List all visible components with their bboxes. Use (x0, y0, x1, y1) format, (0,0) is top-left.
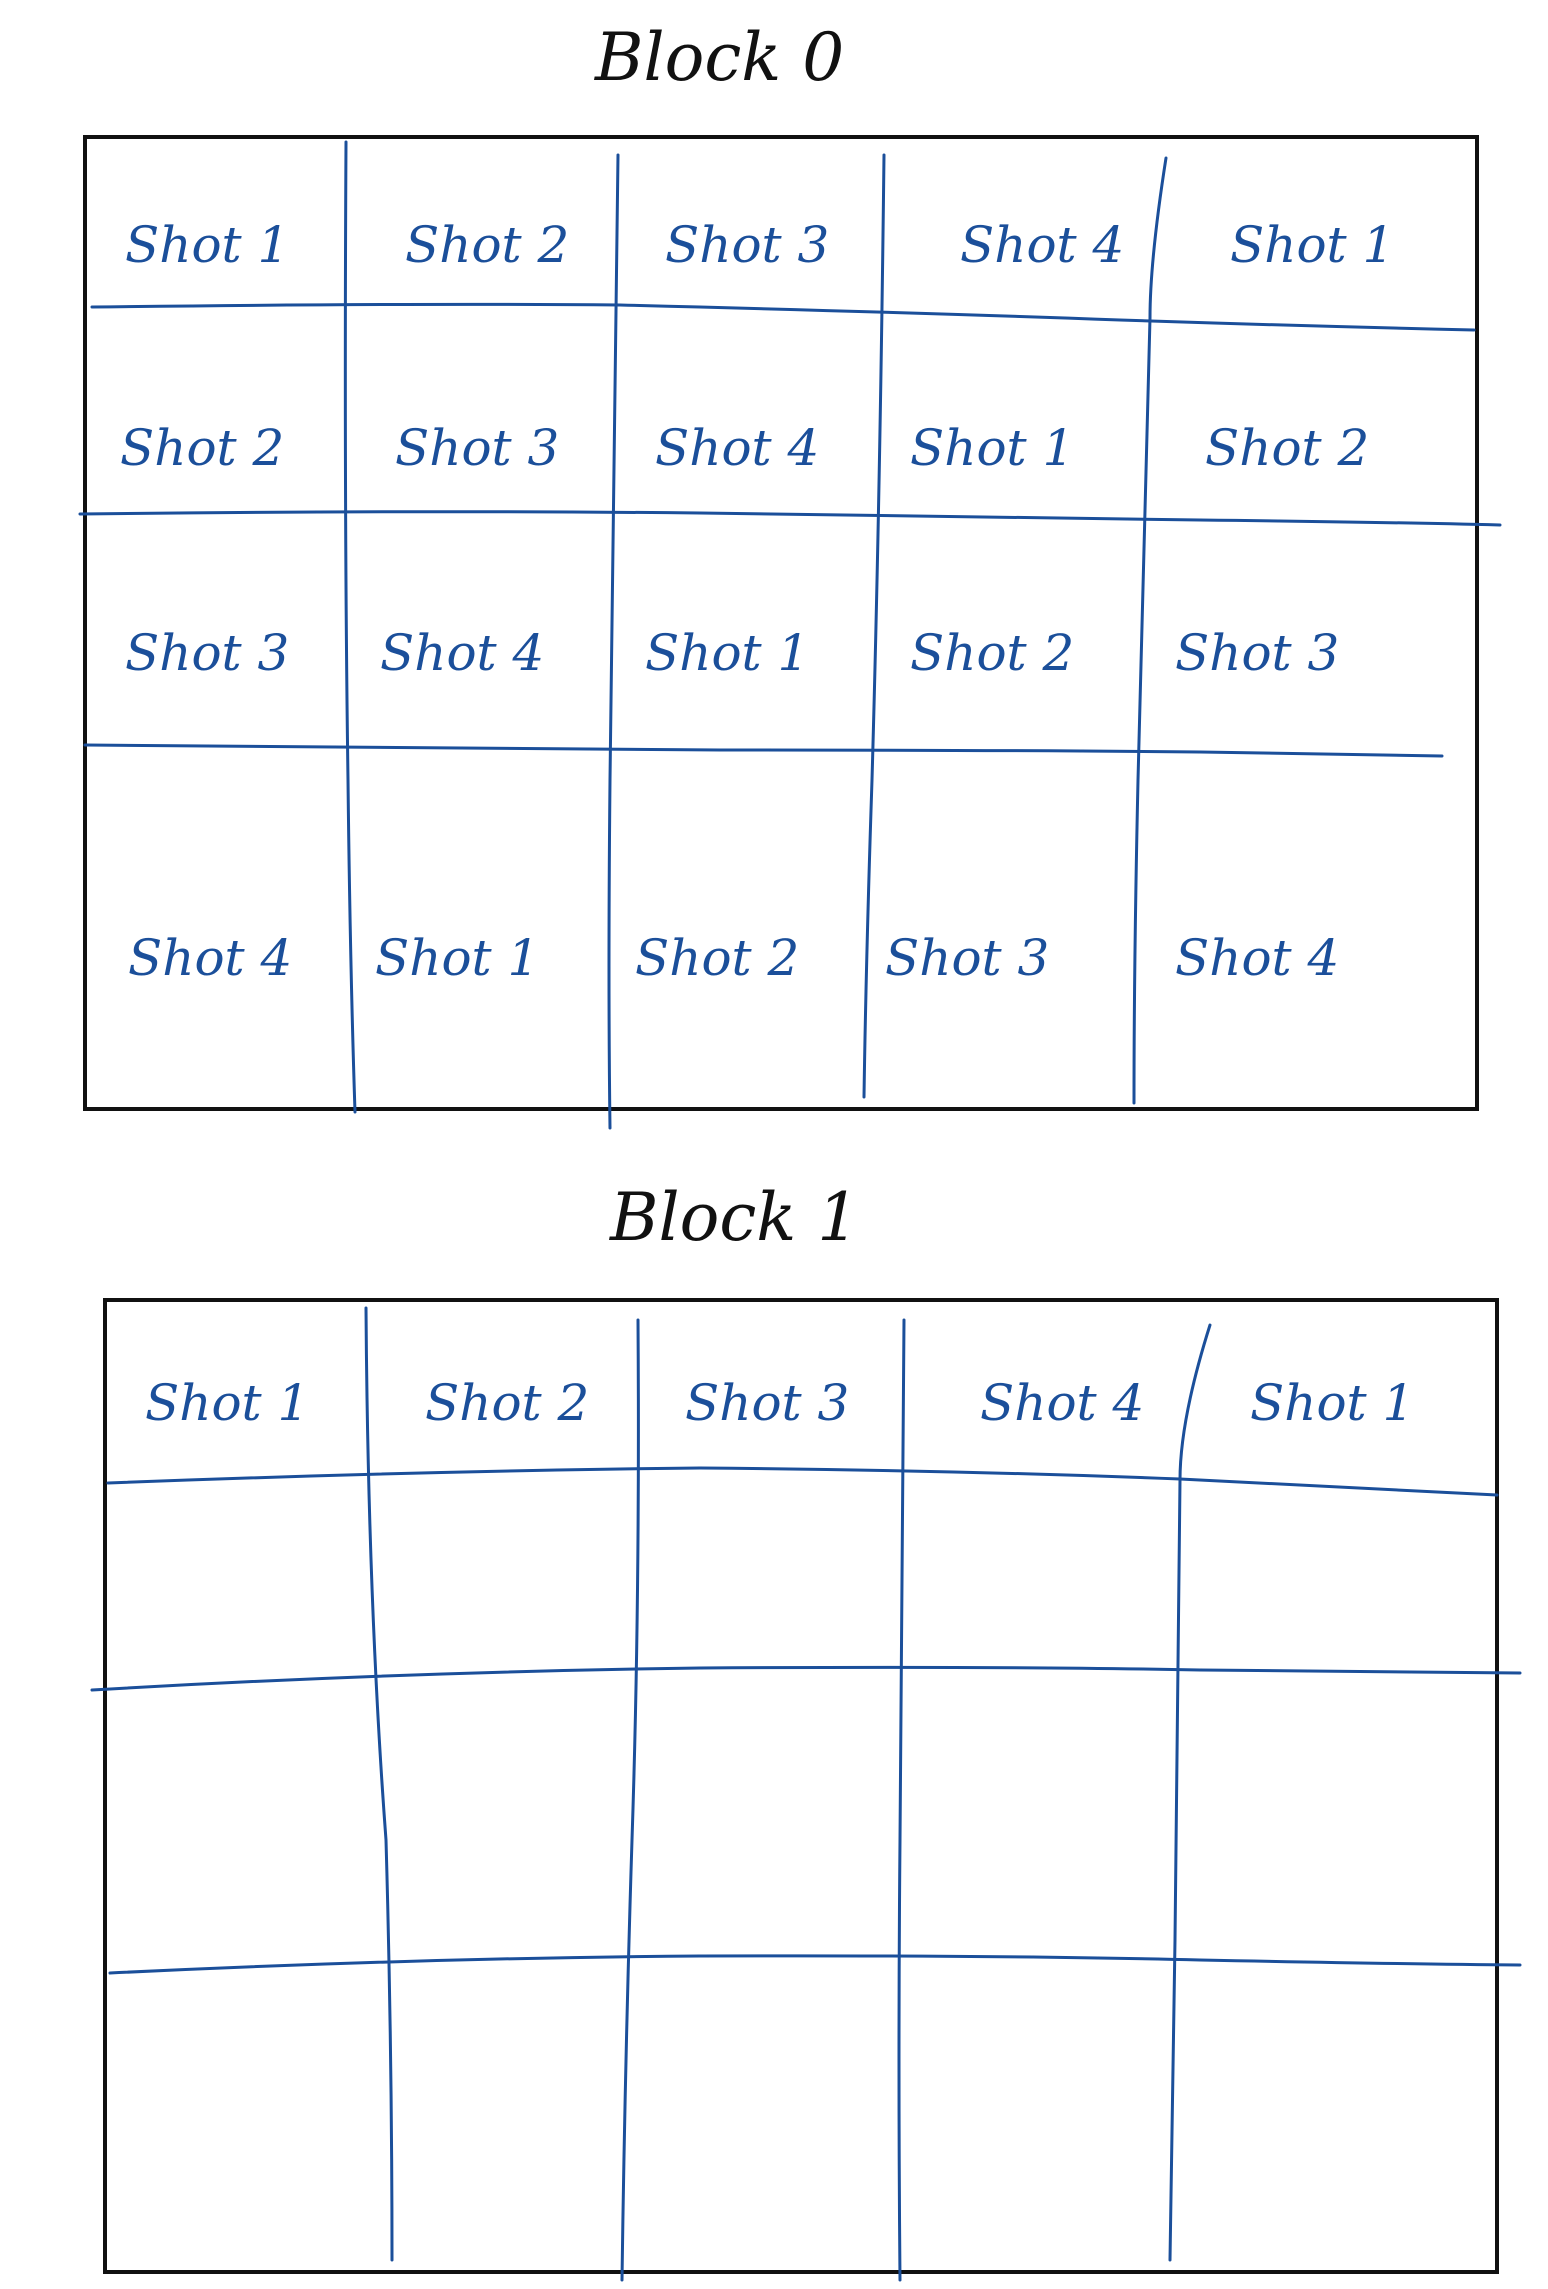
block-0-cell-r1-c2: Shot 2 (405, 216, 569, 274)
block-0-cell-r1-c5: Shot 1 (1230, 216, 1394, 274)
block-0-cell-r3-c5: Shot 3 (1175, 624, 1339, 682)
block-1-title: Block 1 (609, 1179, 859, 1256)
block-1-cell-r1-c1: Shot 1 (145, 1374, 309, 1432)
block-0-cell-r1-c3: Shot 3 (665, 216, 829, 274)
block-1-cell-r1-c4: Shot 4 (980, 1374, 1144, 1432)
block-0-cell-r4-c2: Shot 1 (375, 929, 539, 987)
block-0-cell-r3-c1: Shot 3 (125, 624, 289, 682)
block-0-title: Block 0 (594, 19, 844, 96)
block-0-cell-r3-c2: Shot 4 (380, 624, 544, 682)
block-1: Block 1 Shot 1 Shot 2 Shot 3 Shot 4 Shot 1 (90, 1179, 1522, 2282)
block-0: Block 0 Shot 1 Shot 2 Shot 3 Shot 4 Shot 1Sh… (78, 19, 1502, 1130)
diagram-canvas: Block 0 Shot 1 Shot 2 Shot 3 Shot 4 Shot 1Sh… (78, 19, 1522, 2282)
block-1-frame (103, 1298, 1499, 2274)
block-1-grid-lines (90, 1306, 1522, 2282)
block-0-cell-r2-c2: Shot 3 (395, 419, 559, 477)
block-0-cell-r1-c4: Shot 4 (960, 216, 1124, 274)
block-0-cell-r3-c3: Shot 1 (645, 624, 809, 682)
block-0-cell-r4-c4: Shot 3 (885, 929, 1049, 987)
block-0-cell-r2-c3: Shot 4 (655, 419, 819, 477)
block-1-cells: Shot 1 Shot 2 Shot 3 Shot 4 Shot 1 (145, 1374, 1414, 1432)
block-0-cell-r2-c5: Shot 2 (1205, 419, 1369, 477)
block-1-cell-r1-c3: Shot 3 (685, 1374, 849, 1432)
block-0-cell-r3-c4: Shot 2 (910, 624, 1074, 682)
block-1-cell-r1-c5: Shot 1 (1250, 1374, 1414, 1432)
block-0-cell-r4-c3: Shot 2 (635, 929, 799, 987)
block-1-cell-r1-c2: Shot 2 (425, 1374, 589, 1432)
block-0-cell-r2-c1: Shot 2 (120, 419, 284, 477)
block-0-cell-r4-c1: Shot 4 (128, 929, 292, 987)
block-0-cell-r2-c4: Shot 1 (910, 419, 1074, 477)
block-0-cells: Shot 1 Shot 2 Shot 3 Shot 4 Shot 1 Shot 2 Shot… (120, 216, 1394, 987)
block-0-cell-r1-c1: Shot 1 (125, 216, 289, 274)
block-0-cell-r4-c5: Shot 4 (1175, 929, 1339, 987)
